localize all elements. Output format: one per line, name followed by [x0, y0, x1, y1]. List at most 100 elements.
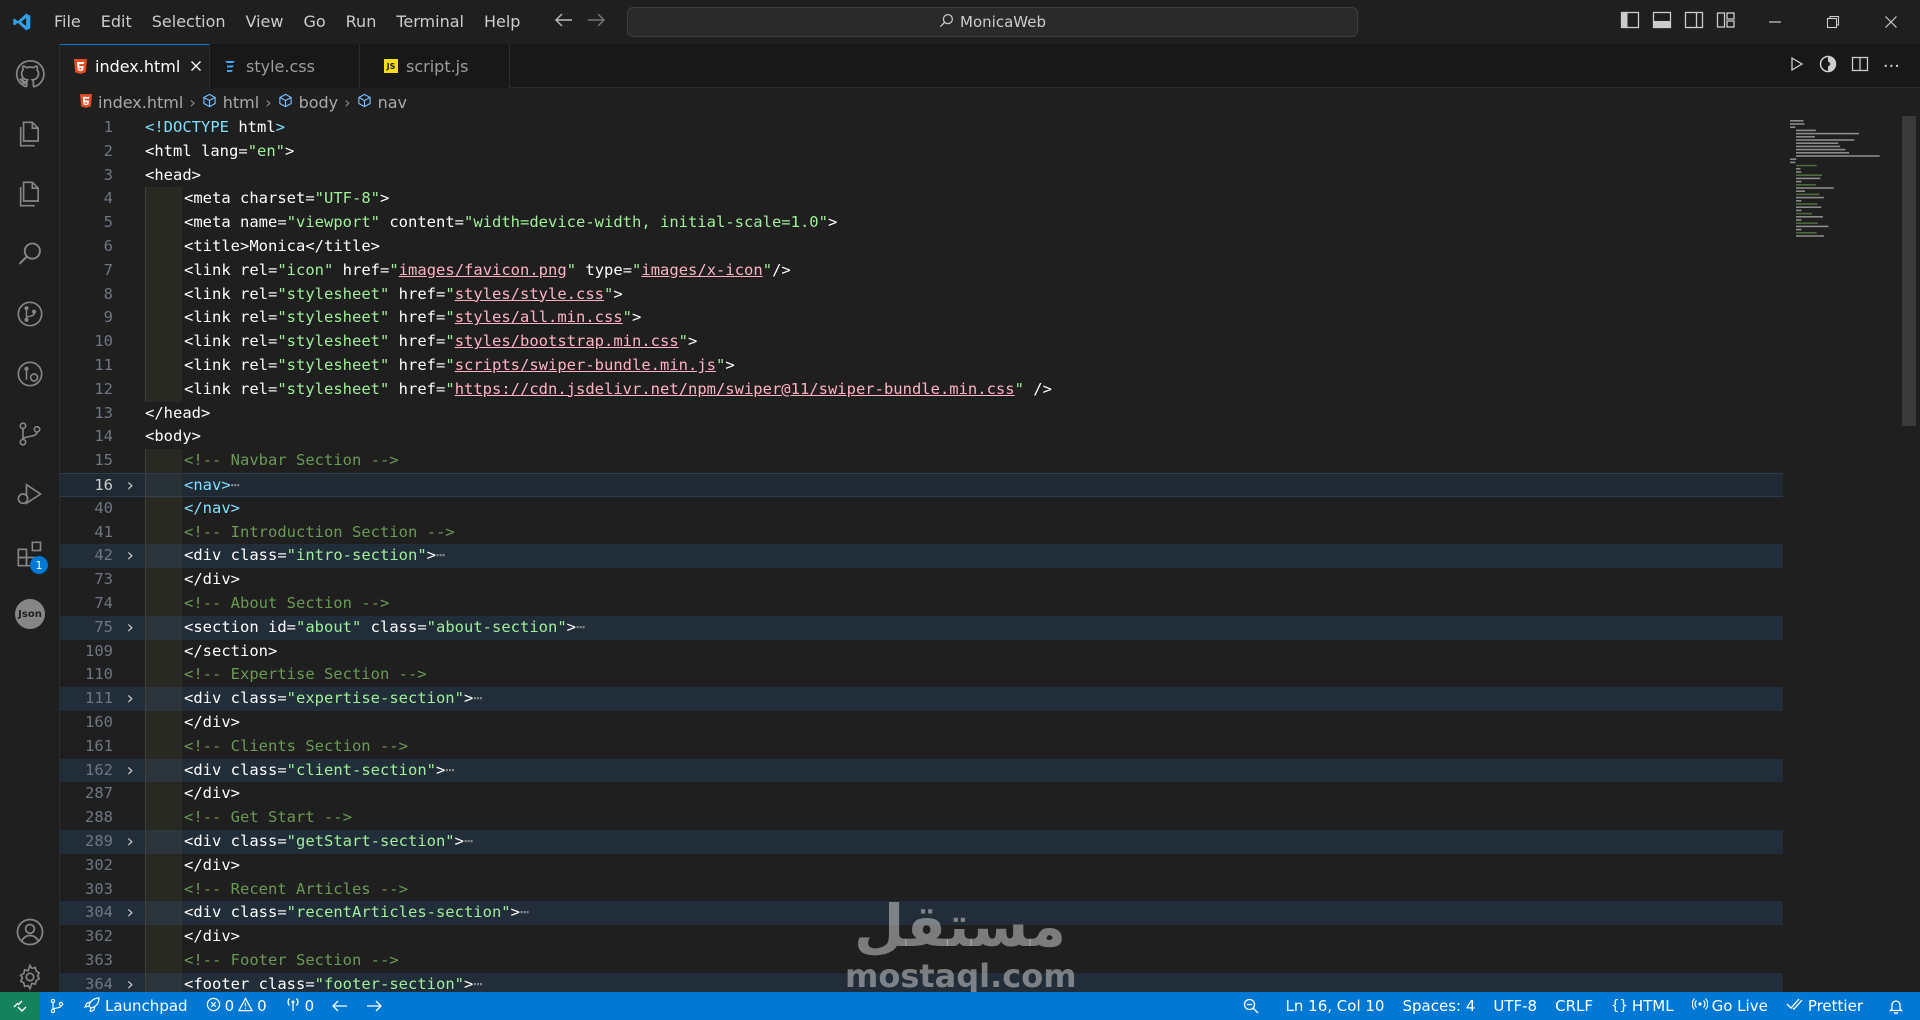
compare-changes-icon[interactable] [1819, 55, 1837, 77]
code-line[interactable]: 162 › <div class="client-section">⋯ [60, 758, 1783, 783]
prettier-status[interactable]: Prettier [1777, 992, 1872, 1020]
code-line[interactable]: 288 <!-- Get Start --> [60, 806, 1783, 830]
folded-ellipsis[interactable]: ⋯ [436, 546, 445, 564]
settings-gear-icon[interactable] [0, 962, 60, 992]
code-line[interactable]: 73 </div> [60, 568, 1783, 592]
code-line[interactable]: 13 </head> [60, 402, 1783, 426]
code-line[interactable]: 75 › <section id="about" class="about-sect… [60, 615, 1783, 640]
code-line[interactable]: 7 <link rel="icon" href="images/favicon.p… [60, 258, 1783, 283]
code-line[interactable]: 42 › <div class="intro-section">⋯ [60, 544, 1783, 569]
fold-chevron-icon[interactable]: › [120, 544, 140, 568]
accounts-icon[interactable] [0, 902, 60, 962]
zoom-icon[interactable] [1225, 992, 1277, 1020]
code-line[interactable]: 40 </nav> [60, 496, 1783, 521]
close-icon[interactable] [1862, 0, 1920, 44]
restore-icon[interactable] [1804, 0, 1862, 44]
breadcrumb-nav[interactable]: nav [357, 93, 407, 112]
folded-ellipsis[interactable]: ⋯ [464, 832, 473, 850]
github-icon[interactable] [0, 44, 60, 104]
code-line[interactable]: 161 <!-- Clients Section --> [60, 734, 1783, 759]
code-line[interactable]: 287 </div> [60, 782, 1783, 807]
ports-status[interactable]: 0 [276, 992, 324, 1020]
breadcrumb-file[interactable]: index.html [80, 93, 183, 112]
code-line[interactable]: 9 <link rel="stylesheet" href="styles/all… [60, 306, 1783, 331]
fold-chevron-icon[interactable]: › [120, 830, 140, 854]
extensions-icon[interactable]: 1 [0, 524, 60, 584]
tab-close-icon[interactable] [190, 57, 202, 76]
customize-layout-icon[interactable] [1716, 11, 1736, 33]
code-line[interactable]: 2 <html lang="en"> [60, 140, 1783, 164]
toggle-panel-icon[interactable] [1652, 11, 1672, 33]
code-line[interactable]: 10 <link rel="stylesheet" href="styles/bo… [60, 330, 1783, 354]
vertical-scrollbar[interactable] [1902, 116, 1916, 992]
code-line[interactable]: 111 › <div class="expertise-section">⋯ [60, 687, 1783, 711]
code-line[interactable]: 8 <link rel="stylesheet" href="styles/sty… [60, 282, 1783, 307]
code-line[interactable]: 15 <!-- Navbar Section --> [60, 449, 1783, 473]
forward-arrow-icon[interactable] [587, 13, 605, 31]
split-editor-icon[interactable] [1851, 56, 1869, 76]
code-line[interactable]: 5 <meta name="viewport" content="width=de… [60, 211, 1783, 235]
code-line[interactable]: 16 › <nav>⋯ [60, 473, 1783, 498]
code-editor[interactable]: 1 <!DOCTYPE html> 2 <html lang="en"> 3 <head>… [60, 116, 1920, 992]
back-arrow-icon[interactable] [555, 13, 573, 31]
git-lens-icon[interactable] [0, 344, 60, 404]
menu-go[interactable]: Go [293, 0, 335, 44]
code-line[interactable]: 14 <body> [60, 425, 1783, 449]
fold-chevron-icon[interactable]: › [120, 973, 140, 992]
fold-chevron-icon[interactable]: › [120, 759, 140, 783]
eol-status[interactable]: CRLF [1546, 992, 1602, 1020]
menu-view[interactable]: View [236, 0, 294, 44]
breadcrumb-body[interactable]: body [278, 93, 338, 112]
more-actions-icon[interactable]: ··· [1883, 56, 1900, 77]
search-icon[interactable] [0, 224, 60, 284]
folded-ellipsis[interactable]: ⋯ [473, 975, 482, 992]
toggle-secondary-sidebar-icon[interactable] [1684, 11, 1704, 33]
notifications-bell-icon[interactable] [1872, 992, 1920, 1020]
code-line[interactable]: 110 <!-- Expertise Section --> [60, 663, 1783, 688]
code-line[interactable]: 3 <head> [60, 164, 1783, 188]
code-line[interactable]: 41 <!-- Introduction Section --> [60, 520, 1783, 545]
language-mode[interactable]: {} HTML [1602, 992, 1683, 1020]
git-branch-status[interactable] [40, 992, 74, 1020]
files-icon[interactable] [0, 164, 60, 224]
launchpad-status[interactable]: Launchpad [74, 992, 197, 1020]
folded-ellipsis[interactable]: ⋯ [445, 761, 454, 779]
problems-status[interactable]: 0 0 [197, 992, 276, 1020]
menu-terminal[interactable]: Terminal [386, 0, 474, 44]
menu-help[interactable]: Help [474, 0, 530, 44]
fold-chevron-icon[interactable]: › [120, 687, 140, 711]
minimap[interactable] [1786, 116, 1896, 992]
code-line[interactable]: 289 › <div class="getStart-section">⋯ [60, 830, 1783, 854]
remote-indicator-icon[interactable] [0, 992, 40, 1020]
code-line[interactable]: 12 <link rel="stylesheet" href="https://c… [60, 377, 1783, 402]
scrollbar-thumb[interactable] [1902, 116, 1916, 426]
nav-back-icon[interactable] [323, 992, 357, 1020]
menu-run[interactable]: Run [336, 0, 387, 44]
run-file-icon[interactable] [1789, 56, 1805, 76]
explorer-icon[interactable] [0, 104, 60, 164]
fold-chevron-icon[interactable]: › [120, 474, 140, 498]
encoding-status[interactable]: UTF-8 [1484, 992, 1546, 1020]
menu-selection[interactable]: Selection [142, 0, 236, 44]
indentation-status[interactable]: Spaces: 4 [1393, 992, 1484, 1020]
json-icon[interactable]: Json [0, 584, 60, 644]
code-line[interactable]: 4 <meta charset="UTF-8"> [60, 187, 1783, 212]
folded-ellipsis[interactable]: ⋯ [231, 476, 240, 494]
code-line[interactable]: 6 <title>Monica</title> [60, 235, 1783, 259]
code-line[interactable]: 74 <!-- About Section --> [60, 592, 1783, 616]
code-line[interactable]: 302 </div> [60, 853, 1783, 878]
fold-chevron-icon[interactable]: › [120, 616, 140, 640]
tab-script-js[interactable]: JS script.js [360, 44, 510, 88]
cursor-position[interactable]: Ln 16, Col 10 [1277, 992, 1394, 1020]
code-line[interactable]: 1 <!DOCTYPE html> [60, 116, 1783, 140]
code-line[interactable]: 109 </section> [60, 639, 1783, 664]
git-graph-icon[interactable] [0, 284, 60, 344]
toggle-primary-sidebar-icon[interactable] [1620, 11, 1640, 33]
fold-chevron-icon[interactable]: › [120, 901, 140, 925]
folded-ellipsis[interactable]: ⋯ [576, 618, 585, 636]
breadcrumb-html[interactable]: html [202, 93, 259, 112]
go-live-button[interactable]: Go Live [1683, 992, 1777, 1020]
tab-index-html[interactable]: index.html [60, 44, 210, 88]
run-debug-icon[interactable] [0, 464, 60, 524]
folded-ellipsis[interactable]: ⋯ [473, 689, 482, 707]
